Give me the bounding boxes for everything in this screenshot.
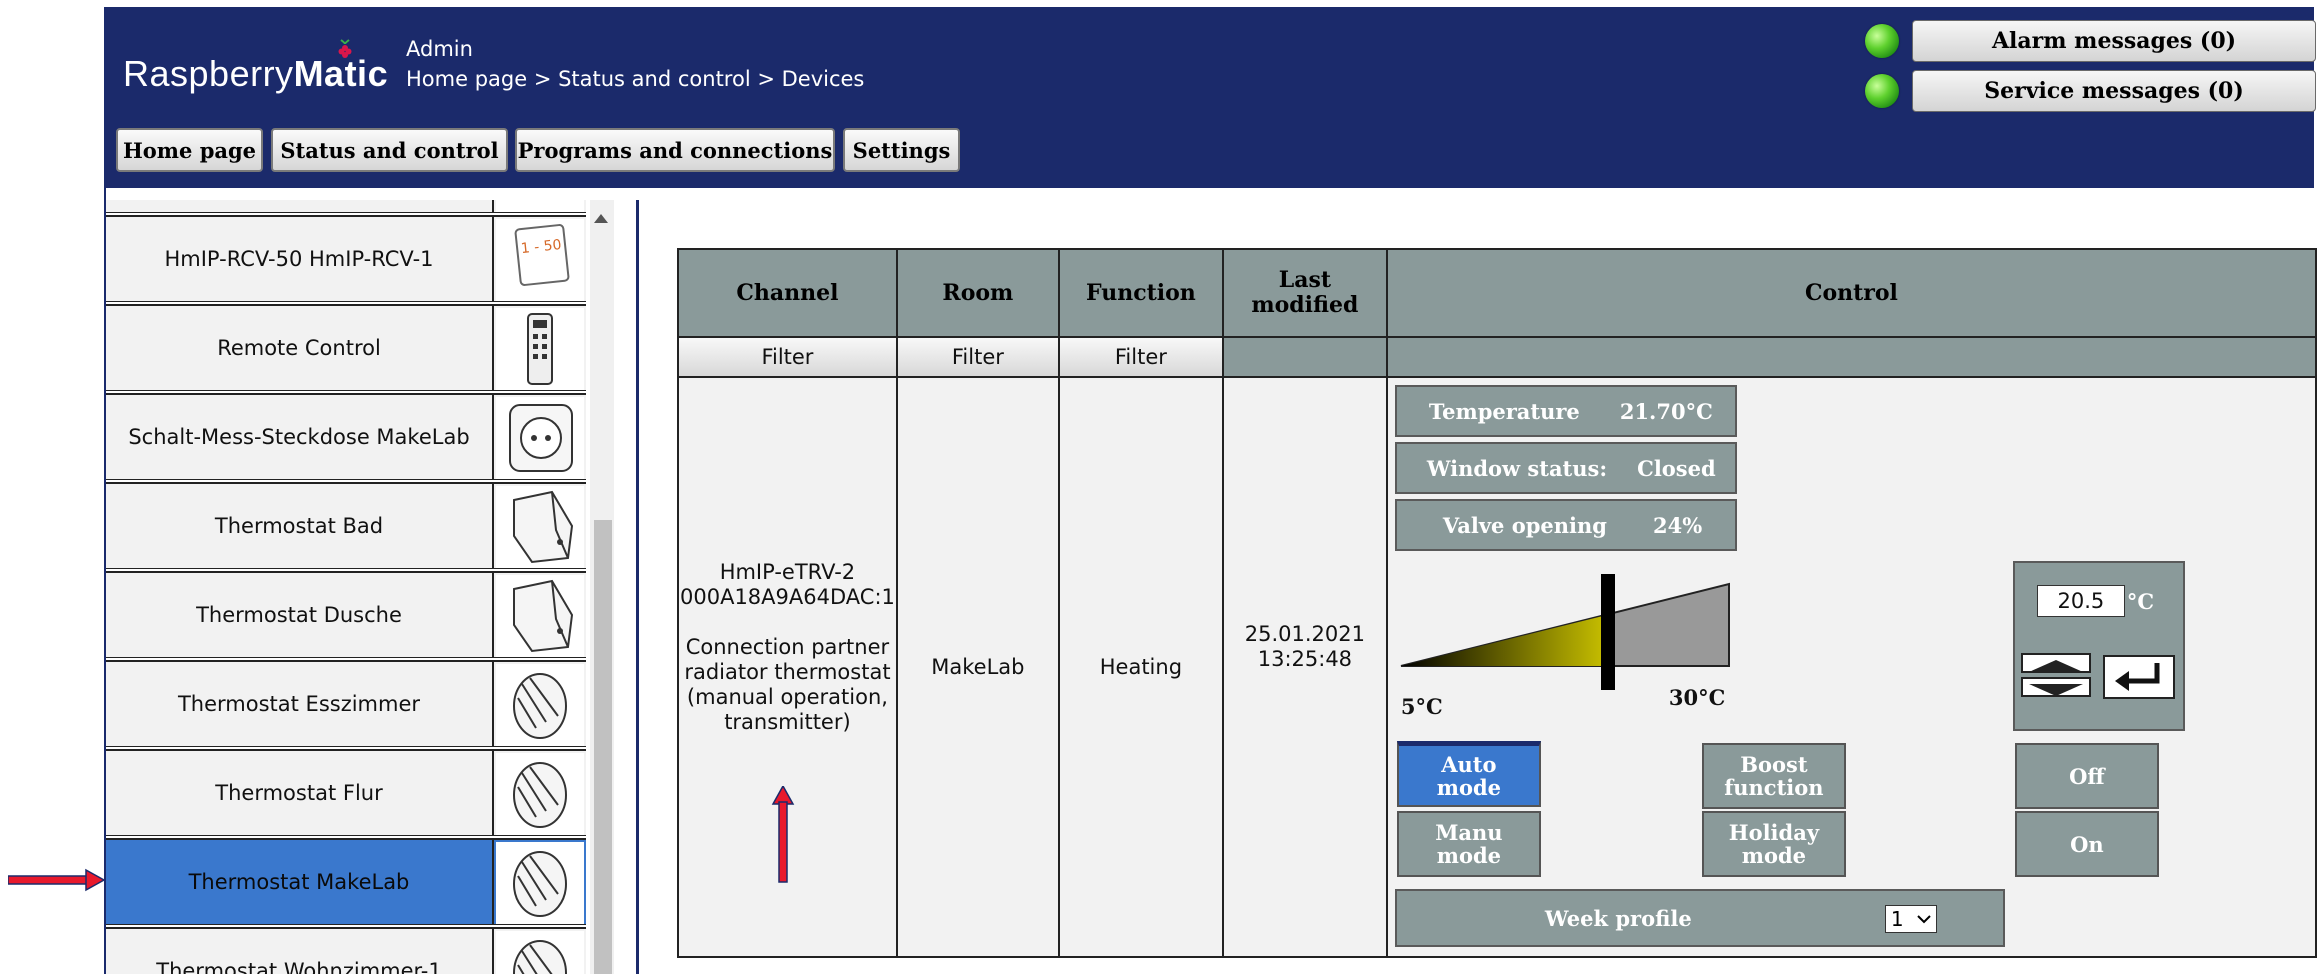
radiator-thermostat-icon — [496, 842, 584, 924]
column-header-channel[interactable]: Channel — [677, 248, 898, 338]
raspberry-icon — [338, 39, 352, 58]
device-name: Thermostat MakeLab — [106, 840, 494, 924]
filter-channel-button[interactable]: Filter — [677, 336, 898, 378]
radiator-thermostat-icon — [496, 575, 584, 657]
temperature-display: Temperature 21.70°C — [1394, 385, 1737, 437]
column-header-room[interactable]: Room — [895, 248, 1060, 338]
filter-function-button[interactable]: Filter — [1057, 336, 1224, 378]
setpoint-panel: 20.5 °C — [2012, 561, 2185, 731]
device-name: HmIP-RCV-50 HmIP-RCV-1 — [106, 217, 494, 301]
chevron-up-icon — [2028, 660, 2083, 672]
virtual-remote-icon: 1 - 50 — [496, 219, 584, 301]
valve-opening-display: Valve opening 24% — [1394, 499, 1737, 551]
setpoint-apply-button[interactable] — [2102, 655, 2175, 699]
device-name: Schalt-Mess-Steckdose MakeLab — [106, 395, 494, 479]
user-name: Admin — [406, 37, 473, 61]
slider-min-label: 5°C — [1400, 694, 1443, 719]
room-cell: MakeLab — [895, 376, 1060, 958]
slider-max-label: 30°C — [1668, 685, 1726, 710]
radiator-thermostat-icon — [496, 931, 584, 974]
header-bar: RaspberryMatic Admin Home page > Status … — [106, 7, 2316, 188]
manu-mode-button[interactable]: Manu mode — [1396, 811, 1541, 877]
column-header-last-modified[interactable]: Last modified — [1221, 248, 1388, 338]
column-header-control: Control — [1385, 248, 2318, 338]
alarm-messages-button[interactable]: Alarm messages (0) — [1912, 20, 2316, 62]
week-profile-select[interactable]: 1 — [1884, 905, 1937, 933]
device-item-thermostat-flur[interactable]: Thermostat Flur — [106, 749, 586, 836]
temperature-slider[interactable] — [1397, 574, 1741, 694]
device-name: Thermostat Esszimmer — [106, 662, 494, 746]
annotation-arrow-right — [8, 868, 106, 892]
nav-settings[interactable]: Settings — [843, 128, 960, 172]
device-name: Remote Control — [106, 306, 494, 390]
device-detail-panel: Channel Room Function Last modified Contr… — [652, 200, 2318, 974]
nav-programs-and-connections[interactable]: Programs and connections — [515, 128, 835, 172]
device-name: Thermostat Dusche — [106, 573, 494, 657]
scroll-up-icon[interactable] — [594, 214, 608, 223]
setpoint-down-button[interactable] — [2020, 677, 2091, 697]
radiator-thermostat-icon — [496, 486, 584, 568]
device-item-remote-control[interactable]: Remote Control — [106, 304, 586, 391]
auto-mode-button[interactable]: Auto mode — [1396, 741, 1541, 807]
device-item-thermostat-bad[interactable]: Thermostat Bad — [106, 482, 586, 569]
nav-status-and-control[interactable]: Status and control — [271, 128, 508, 172]
device-item-thermostat-makelab[interactable]: Thermostat MakeLab — [106, 838, 586, 925]
holiday-mode-button[interactable]: Holiday mode — [1701, 811, 1846, 877]
device-item-thermostat-esszimmer[interactable]: Thermostat Esszimmer — [106, 660, 586, 747]
function-cell: Heating — [1057, 376, 1224, 958]
chevron-down-icon — [1917, 915, 1931, 924]
filter-room-button[interactable]: Filter — [895, 336, 1060, 378]
enter-icon — [2114, 663, 2160, 691]
remote-control-icon — [496, 308, 584, 390]
nav-home-page[interactable]: Home page — [116, 128, 263, 172]
radiator-thermostat-icon — [496, 753, 584, 835]
setpoint-unit: °C — [2126, 589, 2155, 614]
device-name: Thermostat Bad — [106, 484, 494, 568]
device-list[interactable]: HmIP-RCV-50 HmIP-RCV-1 1 - 50 Remote Con… — [106, 200, 639, 974]
device-item-thermostat-dusche[interactable]: Thermostat Dusche — [106, 571, 586, 658]
chevron-down-icon — [2028, 684, 2083, 696]
boost-function-button[interactable]: Boost function — [1701, 743, 1846, 809]
sidebar-scrollbar-thumb[interactable] — [594, 520, 612, 974]
week-profile-bar: Week profile 1 — [1394, 889, 2005, 947]
breadcrumb: Home page > Status and control > Devices — [406, 67, 865, 91]
list-item — [106, 200, 586, 213]
column-header-function[interactable]: Function — [1057, 248, 1224, 338]
table-row: HmIP-eTRV-2 000A18A9A64DAC:1 Connection … — [677, 376, 2318, 958]
device-name: Thermostat Flur — [106, 751, 494, 835]
alarm-status-led-icon — [1865, 24, 1899, 58]
window-status-display: Window status: Closed — [1394, 442, 1737, 494]
device-item-schalt-mess-steckdose[interactable]: Schalt-Mess-Steckdose MakeLab — [106, 393, 586, 480]
off-button[interactable]: Off — [2014, 743, 2159, 809]
channel-table: Channel Room Function Last modified Contr… — [677, 248, 2318, 958]
setpoint-up-button[interactable] — [2020, 653, 2091, 673]
device-item-hmip-rcv-50[interactable]: HmIP-RCV-50 HmIP-RCV-1 1 - 50 — [106, 215, 586, 302]
on-button[interactable]: On — [2014, 811, 2159, 877]
channel-cell: HmIP-eTRV-2 000A18A9A64DAC:1 Connection … — [677, 376, 898, 958]
smart-plug-icon — [496, 397, 584, 479]
setpoint-input[interactable]: 20.5 — [2036, 585, 2125, 617]
service-status-led-icon — [1865, 74, 1899, 108]
control-cell: Temperature 21.70°C Window status: Close… — [1385, 376, 2318, 958]
radiator-thermostat-icon — [496, 664, 584, 746]
annotation-arrow-up — [771, 786, 795, 883]
last-modified-cell: 25.01.2021 13:25:48 — [1221, 376, 1388, 958]
service-messages-button[interactable]: Service messages (0) — [1912, 70, 2316, 112]
raspberrymatic-window: RaspberryMatic Admin Home page > Status … — [104, 7, 2318, 974]
device-item-thermostat-wohnzimmer-1[interactable]: Thermostat Wohnzimmer-1 — [106, 927, 586, 974]
device-name: Thermostat Wohnzimmer-1 — [106, 929, 494, 974]
